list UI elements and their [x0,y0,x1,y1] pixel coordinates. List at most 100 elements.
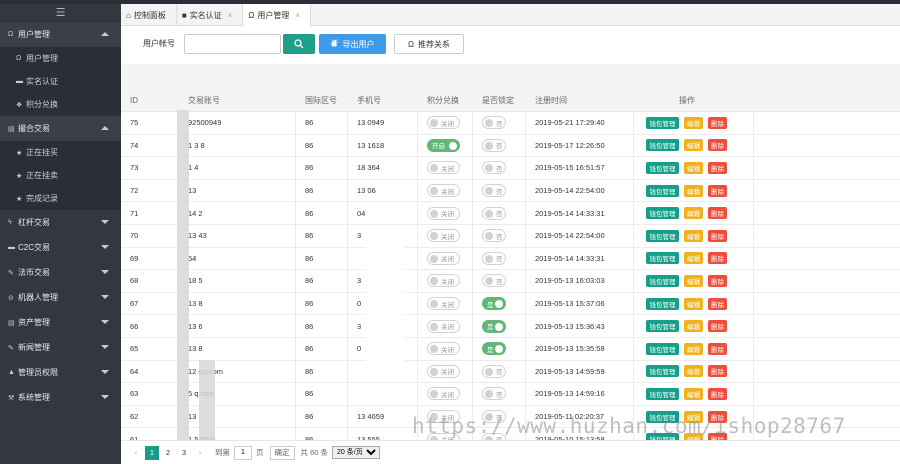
delete-button[interactable]: 删除 [708,139,727,152]
sidebar-group-1[interactable]: ▤ 撮合交易 [0,116,121,141]
goto-confirm-button[interactable]: 确定 [269,445,295,460]
sidebar-group-8[interactable]: ▲ 管理员权限 [0,360,121,385]
close-icon[interactable]: × [295,11,300,20]
edit-button[interactable]: 编辑 [684,342,703,355]
delete-button[interactable]: 删除 [708,184,727,197]
tab-1[interactable]: ■ 实名认证 × [177,4,244,26]
exchange-toggle[interactable]: 关闭 [427,274,460,288]
close-icon[interactable]: × [228,11,233,20]
delete-button[interactable]: 删除 [708,365,727,378]
sidebar-item-1-0[interactable]: ★ 正在挂买 [0,141,121,164]
lock-toggle[interactable]: 否 [482,116,506,130]
edit-button[interactable]: 编辑 [684,161,703,174]
wallet-manage-button[interactable]: 钱包管理 [646,320,679,333]
sidebar-item-1-1[interactable]: ★ 正在挂卖 [0,164,121,187]
lock-toggle[interactable]: 是 [482,319,506,333]
search-button[interactable] [283,34,315,54]
sidebar-item-1-2[interactable]: ★ 完成记录 [0,187,121,210]
wallet-manage-button[interactable]: 钱包管理 [646,207,679,220]
exchange-toggle[interactable]: 关闭 [427,229,460,243]
sidebar-group-7[interactable]: ✎ 新闻管理 [0,335,121,360]
sidebar-item-0-0[interactable]: Ω 用户管理 [0,47,121,70]
lock-toggle[interactable]: 否 [482,387,506,401]
wallet-manage-button[interactable]: 钱包管理 [646,297,679,310]
exchange-toggle[interactable]: 关闭 [427,364,460,378]
menu-toggle-icon[interactable]: ☰ [0,4,121,22]
lock-toggle[interactable]: 否 [482,364,506,378]
edit-button[interactable]: 编辑 [684,320,703,333]
wallet-manage-button[interactable]: 钱包管理 [646,161,679,174]
sidebar-group-5[interactable]: ⊝ 机器人管理 [0,285,121,310]
account-search-input[interactable] [184,34,281,54]
exchange-toggle[interactable]: 关闭 [427,251,460,265]
wallet-manage-button[interactable]: 钱包管理 [646,387,679,400]
exchange-toggle[interactable]: 关闭 [427,161,460,175]
prev-page-icon[interactable]: ‹ [129,446,143,460]
delete-button[interactable]: 删除 [708,161,727,174]
tab-2[interactable]: Ω 用户管理 × [243,4,312,27]
exchange-toggle[interactable]: 关闭 [427,206,460,220]
sidebar-group-9[interactable]: ⚒ 系统管理 [0,385,121,410]
wallet-manage-button[interactable]: 钱包管理 [646,342,679,355]
export-users-button[interactable]: ⛇ 导出用户 [319,34,386,54]
lock-toggle[interactable]: 否 [482,206,506,220]
delete-button[interactable]: 删除 [708,342,727,355]
delete-button[interactable]: 删除 [708,387,727,400]
edit-button[interactable]: 编辑 [684,116,703,129]
next-page-icon[interactable]: › [193,446,207,460]
page-size-select[interactable]: 20 条/页 [332,446,381,459]
delete-button[interactable]: 删除 [708,207,727,220]
wallet-manage-button[interactable]: 钱包管理 [646,184,679,197]
wallet-manage-button[interactable]: 钱包管理 [646,274,679,287]
delete-button[interactable]: 删除 [708,252,727,265]
exchange-toggle[interactable]: 关闭 [427,387,460,401]
lock-toggle[interactable]: 否 [482,229,506,243]
page-number[interactable]: 2 [161,446,175,460]
edit-button[interactable]: 编辑 [684,365,703,378]
edit-button[interactable]: 编辑 [684,274,703,287]
edit-button[interactable]: 编辑 [684,387,703,400]
sidebar-group-0[interactable]: Ω 用户管理 [0,22,121,47]
referral-relation-button[interactable]: Ω 推荐关系 [394,34,464,54]
exchange-toggle[interactable]: 关闭 [427,116,460,130]
lock-toggle[interactable]: 否 [482,184,506,198]
delete-button[interactable]: 删除 [708,320,727,333]
page-number[interactable]: 3 [177,446,191,460]
wallet-manage-button[interactable]: 钱包管理 [646,252,679,265]
wallet-manage-button[interactable]: 钱包管理 [646,229,679,242]
sidebar-item-0-2[interactable]: ❖ 积分兑换 [0,93,121,116]
delete-button[interactable]: 删除 [708,229,727,242]
tab-0[interactable]: ⌂ 控制面板 [121,4,177,26]
sidebar-group-2[interactable]: ϟ 杠杆交易 [0,210,121,235]
sidebar-group-3[interactable]: ▬ C2C交易 [0,235,121,260]
sidebar-group-6[interactable]: ▤ 资产管理 [0,310,121,335]
edit-button[interactable]: 编辑 [684,139,703,152]
lock-toggle[interactable]: 是 [482,297,506,311]
lock-toggle[interactable]: 否 [482,161,506,175]
delete-button[interactable]: 删除 [708,116,727,129]
sidebar-group-4[interactable]: ✎ 法币交易 [0,260,121,285]
edit-button[interactable]: 编辑 [684,297,703,310]
exchange-toggle[interactable]: 关闭 [427,342,460,356]
page-number[interactable]: 1 [145,445,159,460]
edit-button[interactable]: 编辑 [684,184,703,197]
sidebar-item-0-1[interactable]: ▬ 实名认证 [0,70,121,93]
wallet-manage-button[interactable]: 钱包管理 [646,116,679,129]
lock-toggle[interactable]: 否 [482,138,506,152]
goto-page-input[interactable] [234,445,252,460]
exchange-toggle[interactable]: 关闭 [427,319,460,333]
delete-button[interactable]: 删除 [708,297,727,310]
lock-toggle[interactable]: 是 [482,342,506,356]
edit-button[interactable]: 编辑 [684,207,703,220]
edit-button[interactable]: 编辑 [684,252,703,265]
wallet-manage-button[interactable]: 钱包管理 [646,365,679,378]
cell-actions: 钱包管理编辑删除 [634,270,754,292]
delete-button[interactable]: 删除 [708,274,727,287]
edit-button[interactable]: 编辑 [684,229,703,242]
exchange-toggle[interactable]: 开启 [427,138,460,152]
exchange-toggle[interactable]: 关闭 [427,297,460,311]
lock-toggle[interactable]: 否 [482,251,506,265]
exchange-toggle[interactable]: 关闭 [427,184,460,198]
wallet-manage-button[interactable]: 钱包管理 [646,139,679,152]
lock-toggle[interactable]: 否 [482,274,506,288]
